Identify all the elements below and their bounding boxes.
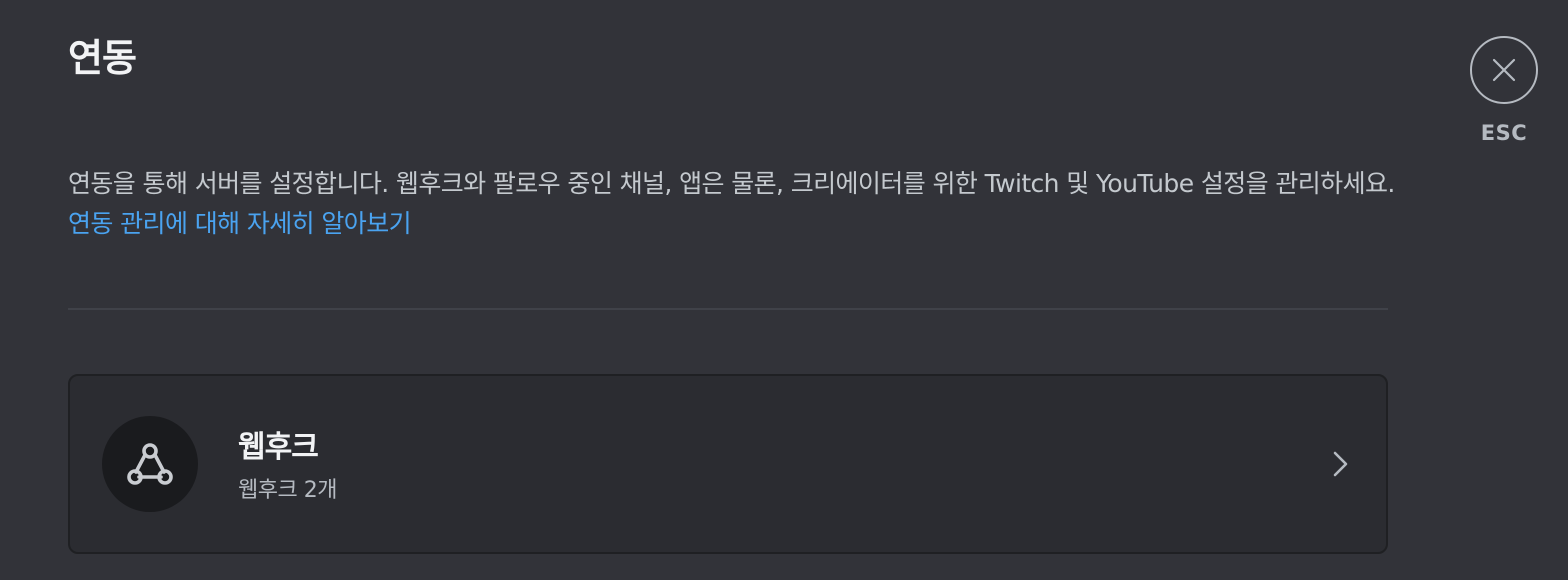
card-subtitle: 웹후크 2개 xyxy=(238,478,337,503)
close-icon xyxy=(1492,58,1516,82)
webhooks-card[interactable]: 웹후크 웹후크 2개 xyxy=(68,374,1388,554)
webhook-icon xyxy=(127,443,173,485)
card-title: 웹후크 xyxy=(238,430,319,465)
close-control: ESC xyxy=(1467,36,1541,145)
learn-more-link[interactable]: 연동 관리에 대해 자세히 알아보기 xyxy=(68,209,412,238)
page-description: 연동을 통해 서버를 설정합니다. 웹후크와 팔로우 중인 채널, 앱은 물론,… xyxy=(68,164,1398,244)
description-text: 연동을 통해 서버를 설정합니다. 웹후크와 팔로우 중인 채널, 앱은 물론,… xyxy=(68,169,1395,198)
divider xyxy=(68,308,1388,310)
page-title: 연동 xyxy=(68,36,137,80)
integrations-settings-page: 연동 ESC 연동을 통해 서버를 설정합니다. 웹후크와 팔로우 중인 채널,… xyxy=(0,0,1568,580)
chevron-right-icon xyxy=(1333,451,1348,477)
webhook-icon-container xyxy=(102,416,198,512)
close-button[interactable] xyxy=(1470,36,1538,104)
esc-label: ESC xyxy=(1480,121,1528,145)
